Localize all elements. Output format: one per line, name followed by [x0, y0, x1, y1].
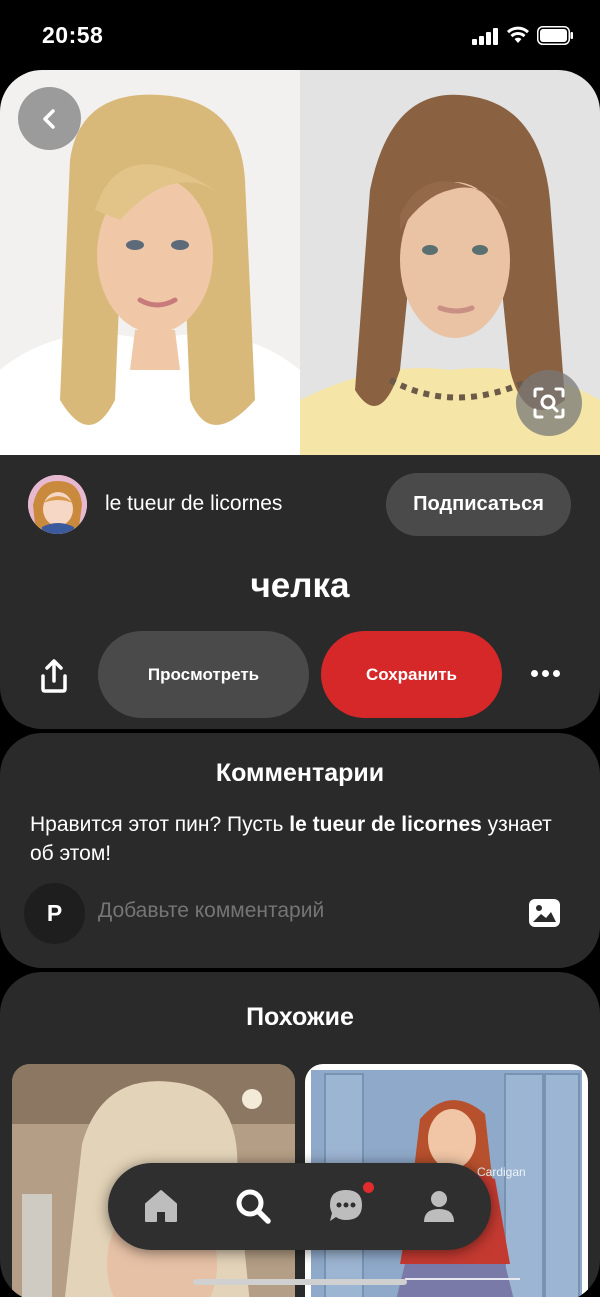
home-indicator[interactable] [193, 1279, 407, 1285]
pin-card: le tueur de licornes Подписаться челка П… [0, 70, 600, 729]
search-icon[interactable] [233, 1186, 273, 1226]
comment-input[interactable] [98, 899, 498, 923]
comments-prompt-prefix: Нравится этот пин? Пусть [30, 813, 290, 836]
comments-prompt-author[interactable]: le tueur de licornes [289, 813, 482, 836]
cellular-signal-icon [472, 28, 502, 45]
avatar-image [28, 475, 87, 534]
visual-search-button[interactable] [516, 370, 582, 436]
pin-title: челка [250, 566, 350, 605]
save-button[interactable]: Сохранить [321, 631, 502, 718]
follow-button[interactable]: Подписаться [386, 473, 571, 536]
pin-image[interactable] [0, 70, 600, 455]
status-bar: 20:58 [0, 0, 600, 70]
pin-actions: Просмотреть Сохранить [0, 631, 600, 718]
similar-title: Похожие [246, 1003, 354, 1031]
comments-title: Комментарии [215, 759, 385, 787]
user-avatar[interactable]: P [24, 883, 85, 944]
view-button[interactable]: Просмотреть [98, 631, 309, 718]
home-icon[interactable] [141, 1186, 181, 1226]
chevron-left-icon [42, 108, 55, 129]
notification-dot [363, 1182, 374, 1193]
add-photo-icon[interactable] [529, 899, 560, 927]
more-options-icon[interactable] [525, 663, 565, 683]
bottom-navigation [108, 1163, 491, 1250]
author-name[interactable]: le tueur de licornes [105, 492, 282, 516]
profile-icon[interactable] [419, 1186, 459, 1226]
back-button[interactable] [18, 87, 81, 150]
visual-search-icon [533, 387, 565, 419]
battery-icon [537, 26, 573, 45]
share-icon[interactable] [34, 657, 74, 697]
similar-overlay-text: Cardigan [477, 1165, 526, 1179]
comments-prompt: Нравится этот пин? Пусть le tueur de lic… [30, 810, 570, 868]
author-row: le tueur de licornes Подписаться [0, 470, 600, 540]
messages-icon[interactable] [326, 1186, 366, 1226]
author-avatar[interactable] [28, 475, 87, 534]
wifi-icon [507, 26, 529, 43]
status-time: 20:58 [42, 22, 104, 48]
comments-card: Комментарии Нравится этот пин? Пусть le … [0, 733, 600, 968]
